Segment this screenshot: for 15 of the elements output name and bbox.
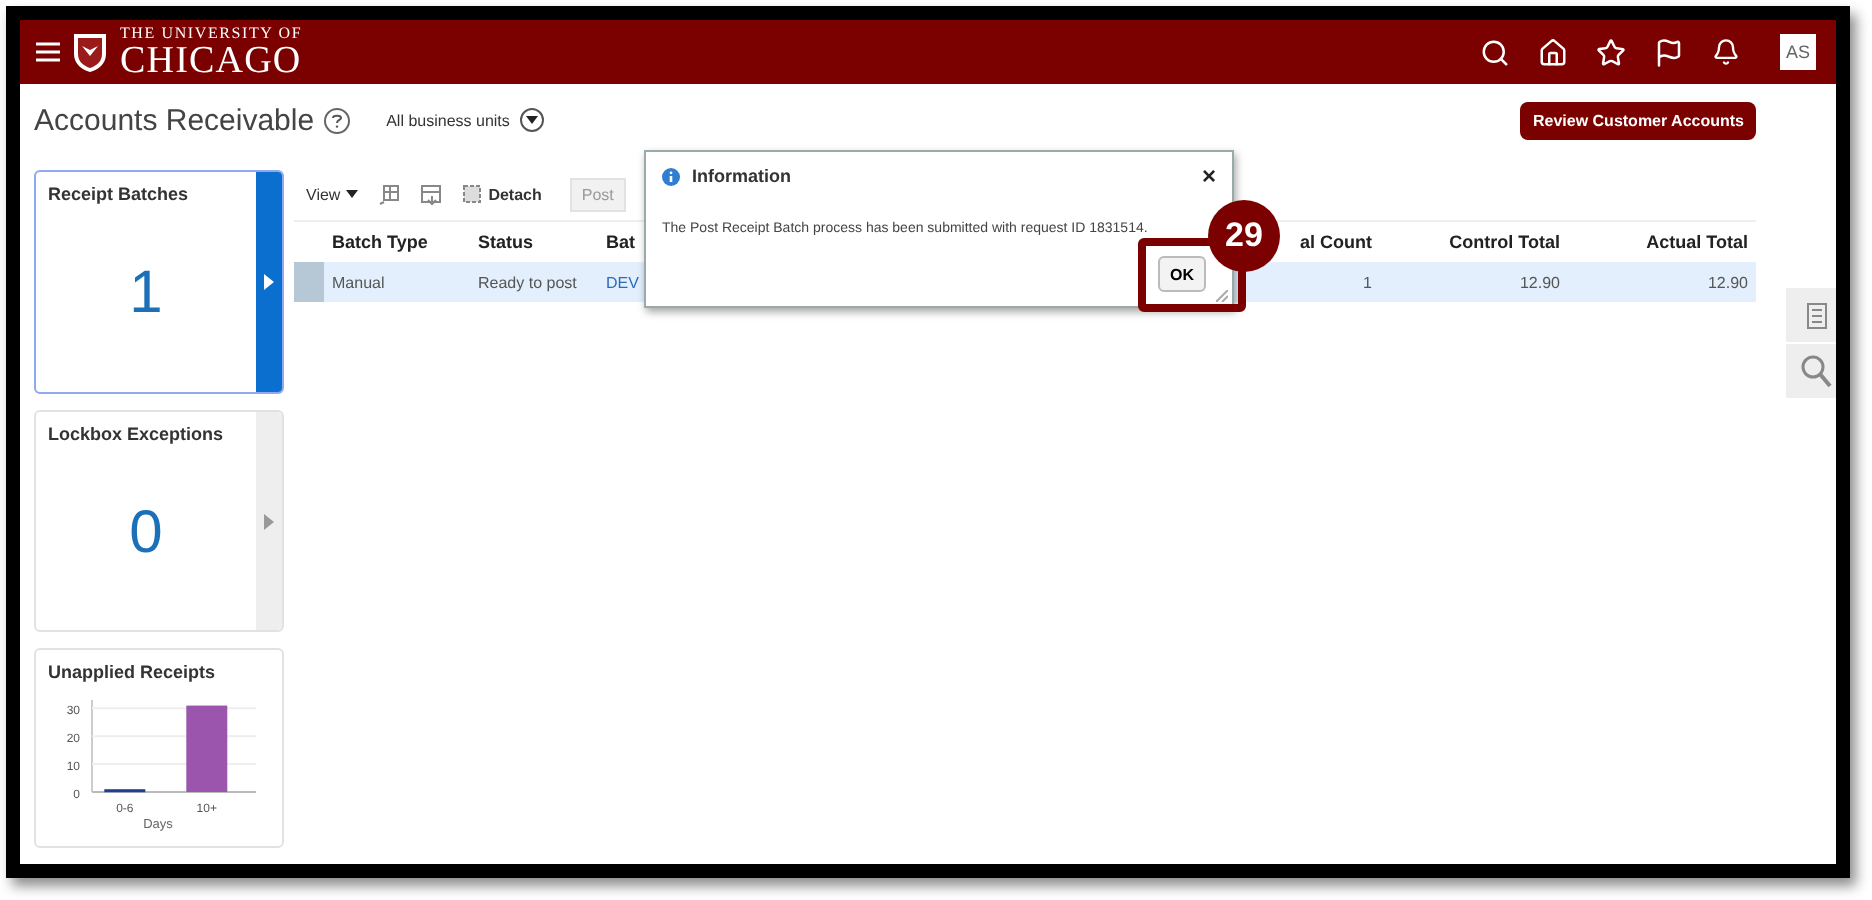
table-cell-text: Manual: [330, 273, 387, 291]
table-cell-text: Ready to post: [476, 273, 579, 291]
table-cell-text: 12.90: [1517, 273, 1562, 291]
card-count: 1: [129, 260, 163, 328]
logo-text: THE UNIVERSITY OF: [120, 25, 303, 41]
card-title: Unapplied Receipts: [48, 662, 218, 682]
table-cell-text: 1: [1361, 273, 1374, 291]
card-title: Receipt Batches: [48, 184, 191, 204]
card-count: 0: [129, 500, 163, 568]
dialog-title: Information: [692, 166, 791, 186]
card-title: Lockbox Exceptions: [48, 424, 226, 444]
table-cell-text: 12.90: [1705, 273, 1750, 291]
logo-text: CHICAGO: [120, 41, 303, 79]
page-title: Accounts Receivable: [34, 103, 315, 137]
business-unit-label: All business units: [386, 111, 510, 129]
